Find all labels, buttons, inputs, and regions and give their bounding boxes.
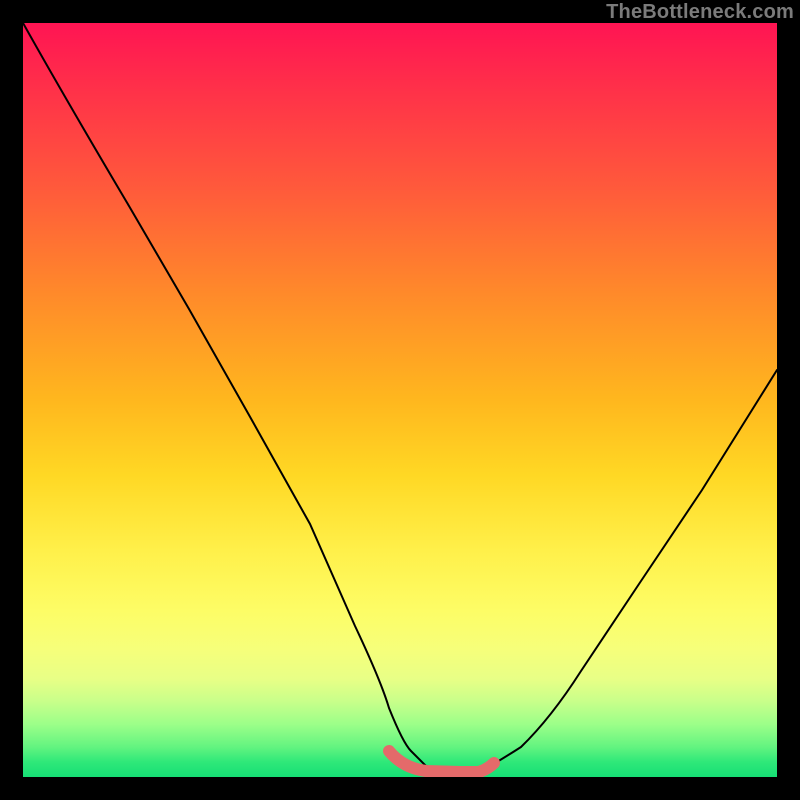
plot-area (23, 23, 777, 777)
bottleneck-curve (23, 23, 777, 772)
curve-layer (23, 23, 777, 777)
bottleneck-floor-highlight (389, 751, 494, 772)
chart-frame: TheBottleneck.com (0, 0, 800, 800)
watermark-text: TheBottleneck.com (606, 1, 794, 24)
